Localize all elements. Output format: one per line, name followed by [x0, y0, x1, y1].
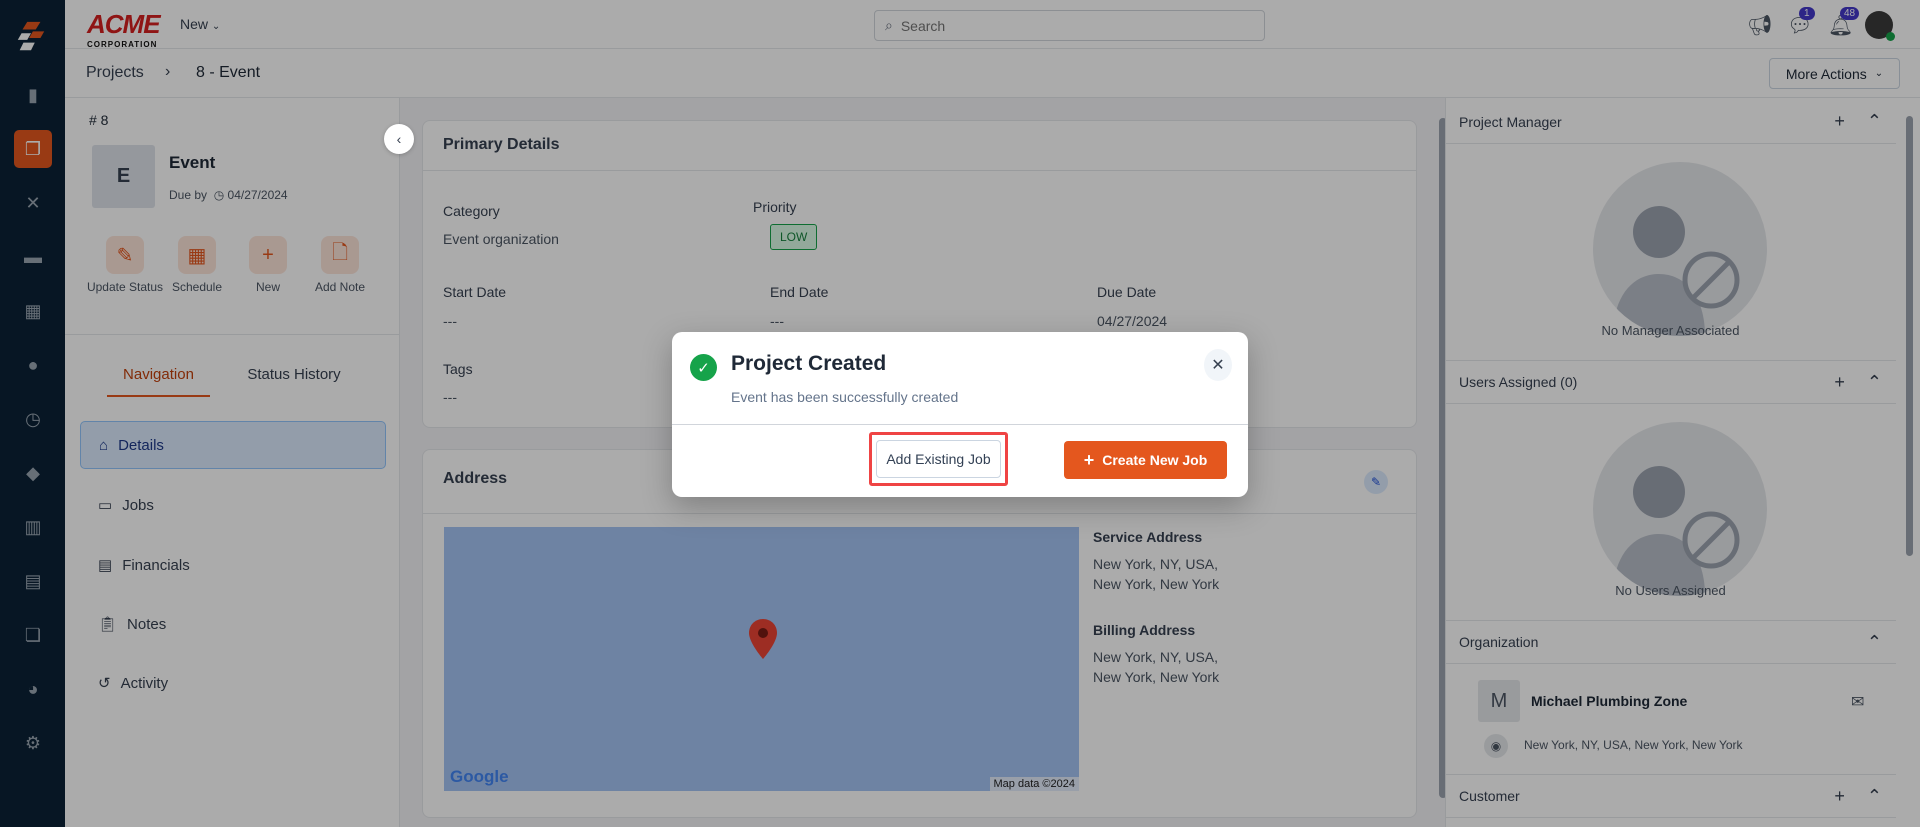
- dialog-message: Event has been successfully created: [731, 389, 959, 405]
- chevron-left-icon: ‹: [396, 131, 402, 147]
- dialog-title: Project Created: [731, 352, 887, 375]
- divider: [672, 424, 1248, 425]
- add-existing-job-button[interactable]: Add Existing Job: [876, 440, 1001, 478]
- success-check-icon: ✓: [690, 354, 717, 381]
- project-created-dialog: ✓ Project Created Event has been success…: [672, 332, 1248, 497]
- close-dialog-button[interactable]: ✕: [1204, 349, 1232, 381]
- collapse-panel-button[interactable]: ‹: [384, 124, 414, 154]
- close-icon: ✕: [1211, 357, 1225, 374]
- plus-icon: +: [1083, 449, 1095, 470]
- create-new-job-button[interactable]: + Create New Job: [1064, 441, 1227, 479]
- create-new-job-label: Create New Job: [1102, 452, 1208, 468]
